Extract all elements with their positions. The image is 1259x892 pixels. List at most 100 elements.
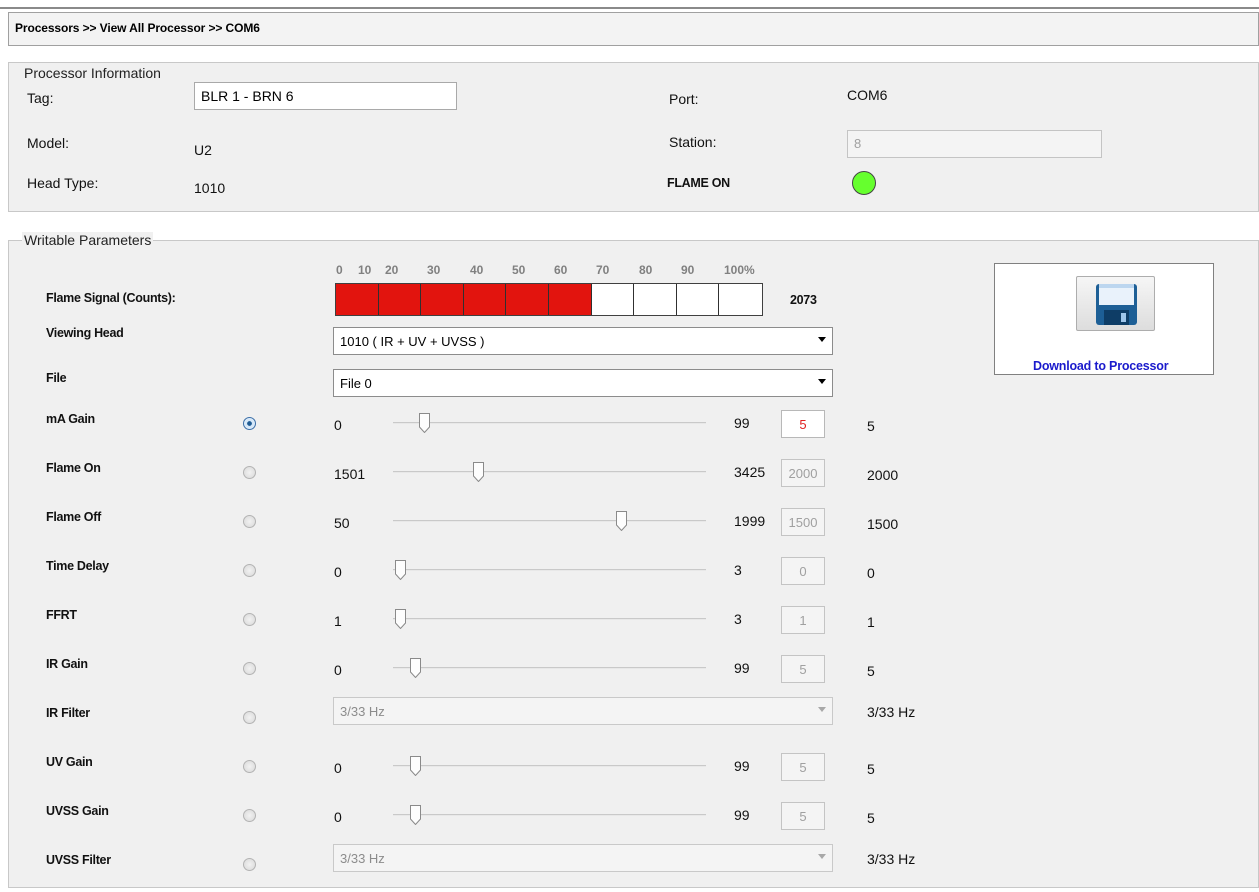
param-min: 1501 [334, 466, 366, 482]
param-slider-thumb[interactable] [409, 805, 421, 826]
param-radio[interactable] [243, 613, 256, 626]
param-value-box[interactable]: 2000 [781, 459, 825, 487]
param-radio[interactable] [243, 711, 256, 724]
param-label: UVSS Filter [46, 853, 111, 867]
flame-signal-bar [335, 283, 763, 316]
param-value-box[interactable]: 5 [781, 802, 825, 830]
param-label: UV Gain [46, 755, 93, 769]
processor-information-legend: Processor Information [22, 65, 163, 81]
station-input[interactable]: 8 [847, 130, 1102, 158]
param-radio[interactable] [243, 662, 256, 675]
param-min: 0 [334, 564, 342, 580]
param-current-value: 1500 [867, 516, 899, 532]
flame-signal-segment [591, 284, 635, 315]
param-value-box[interactable]: 5 [781, 655, 825, 683]
param-slider-thumb[interactable] [409, 658, 421, 679]
param-radio[interactable] [243, 564, 256, 577]
param-label: Time Delay [46, 559, 109, 573]
param-dropdown-value: 3/33 Hz [340, 851, 385, 866]
param-min: 0 [334, 662, 342, 678]
flame-signal-value: 2073 [790, 293, 817, 307]
param-current-value: 5 [867, 810, 875, 826]
param-current-value: 5 [867, 418, 875, 434]
floppy-disk-icon [1096, 284, 1137, 325]
scale-tick-label: 50 [512, 263, 526, 277]
param-min: 0 [334, 417, 342, 433]
param-value-box[interactable]: 5 [781, 753, 825, 781]
param-max: 3 [734, 562, 742, 578]
top-border [0, 7, 1259, 9]
param-slider-thumb[interactable] [395, 609, 406, 630]
head-type-value: 1010 [194, 180, 226, 196]
flame-signal-segment [336, 284, 379, 315]
param-radio[interactable] [243, 809, 256, 822]
scale-tick-label: 40 [470, 263, 484, 277]
flame-signal-segment [463, 284, 507, 315]
param-label: UVSS Gain [46, 804, 109, 818]
flame-signal-label: Flame Signal (Counts): [46, 291, 176, 305]
file-dropdown[interactable]: File 0 [333, 369, 833, 397]
param-label: Flame Off [46, 510, 101, 524]
param-max: 3 [734, 611, 742, 627]
flame-signal-segment [719, 284, 762, 315]
download-button[interactable] [1076, 276, 1155, 331]
param-slider-track[interactable] [393, 520, 706, 522]
param-label: Flame On [46, 461, 101, 475]
param-label: IR Gain [46, 657, 88, 671]
param-max: 99 [734, 807, 750, 823]
param-radio[interactable] [243, 858, 256, 871]
flame-signal-segment [548, 284, 592, 315]
param-slider-track[interactable] [393, 765, 706, 767]
scale-tick-label: 60 [554, 263, 568, 277]
param-current-value: 3/33 Hz [867, 851, 916, 867]
param-value-box[interactable]: 0 [781, 557, 825, 585]
param-radio[interactable] [243, 466, 256, 479]
head-type-label: Head Type: [27, 175, 99, 191]
tag-label: Tag: [27, 90, 54, 106]
param-value-box[interactable]: 1500 [781, 508, 825, 536]
param-slider-thumb[interactable] [616, 511, 628, 532]
param-slider-thumb[interactable] [409, 756, 421, 777]
viewing-head-label: Viewing Head [46, 326, 124, 340]
param-radio[interactable] [243, 417, 256, 430]
flame-signal-segment [421, 284, 464, 315]
param-slider-thumb[interactable] [418, 413, 430, 434]
chevron-down-icon [818, 854, 826, 859]
chevron-down-icon [818, 337, 826, 342]
param-slider-track[interactable] [393, 814, 706, 816]
scale-tick-label: 30 [427, 263, 441, 277]
param-slider-track[interactable] [393, 569, 706, 571]
port-label: Port: [669, 91, 699, 107]
viewing-head-dropdown[interactable]: 1010 ( IR + UV + UVSS ) [333, 327, 833, 355]
param-value-box[interactable]: 1 [781, 606, 825, 634]
breadcrumb-bar: Processors >> View All Processor >> COM6 [8, 12, 1259, 46]
flame-status-label: FLAME ON [667, 176, 730, 190]
param-slider-thumb[interactable] [472, 462, 484, 483]
param-slider-thumb[interactable] [395, 560, 406, 581]
param-min: 50 [334, 515, 350, 531]
flame-signal-segment [378, 284, 422, 315]
scale-tick-label: 10 [358, 263, 372, 277]
param-min: 0 [334, 760, 342, 776]
param-dropdown[interactable]: 3/33 Hz [333, 844, 833, 872]
param-dropdown[interactable]: 3/33 Hz [333, 697, 833, 725]
param-slider-track[interactable] [393, 667, 706, 669]
file-label: File [46, 371, 67, 385]
param-slider-track[interactable] [393, 618, 706, 620]
param-slider-track[interactable] [393, 422, 706, 424]
writable-parameters-legend: Writable Parameters [22, 232, 154, 248]
param-min: 0 [334, 809, 342, 825]
param-radio[interactable] [243, 515, 256, 528]
param-label: IR Filter [46, 706, 90, 720]
download-label[interactable]: Download to Processor [1033, 359, 1169, 373]
param-radio[interactable] [243, 760, 256, 773]
param-max: 3425 [734, 464, 766, 480]
param-dropdown-value: 3/33 Hz [340, 704, 385, 719]
param-max: 99 [734, 660, 750, 676]
flame-signal-segment [634, 284, 677, 315]
param-min: 1 [334, 613, 342, 629]
scale-tick-label: 80 [639, 263, 653, 277]
tag-input[interactable]: BLR 1 - BRN 6 [194, 82, 457, 110]
param-slider-track[interactable] [393, 471, 706, 473]
param-value-box[interactable]: 5 [781, 410, 825, 438]
